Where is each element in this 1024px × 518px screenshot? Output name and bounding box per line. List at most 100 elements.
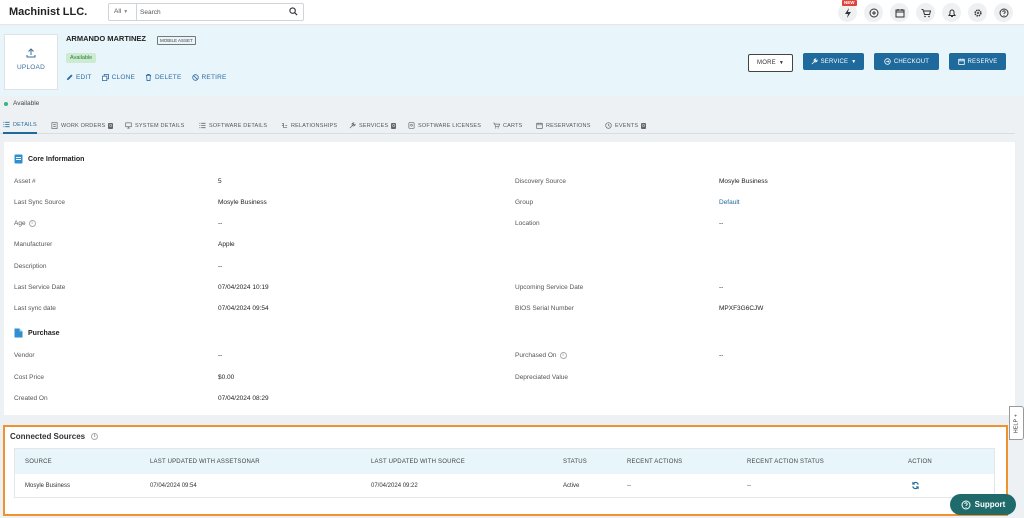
age-label-text: Age: [14, 220, 26, 227]
plus-circle-icon[interactable]: [864, 3, 883, 22]
core-information-heading: Core Information: [14, 154, 84, 164]
tab-reservations[interactable]: RESERVATIONS: [536, 117, 591, 134]
search-icon[interactable]: [289, 7, 298, 16]
info-icon[interactable]: i: [91, 433, 99, 440]
asset-owner-name: ARMANDO MARTINEZ: [66, 34, 146, 43]
search-input[interactable]: [140, 5, 280, 19]
asset-actions: EDIT CLONE DELETE RETIRE: [66, 74, 227, 81]
column-header: ACTION: [908, 459, 932, 465]
age-label: Age i: [14, 220, 36, 227]
column-header: LAST UPDATED WITH SOURCE: [371, 459, 465, 465]
tab-software-licenses[interactable]: SOFTWARE LICENSES: [408, 117, 481, 134]
caret-down-icon: ▼: [778, 60, 784, 66]
last-sync-source-value: Mosyle Business: [218, 199, 267, 206]
tab-carts[interactable]: CARTS: [493, 117, 523, 134]
monitor-icon: [125, 122, 132, 129]
edit-button[interactable]: EDIT: [66, 74, 92, 81]
upload-image-button[interactable]: UPLOAD: [4, 34, 58, 90]
vendor-value: --: [218, 352, 223, 359]
company-name[interactable]: Machinist LLC.: [9, 6, 87, 18]
retire-label: RETIRE: [201, 74, 227, 81]
clone-icon: [101, 74, 109, 81]
reserve-button[interactable]: RESERVE: [949, 53, 1006, 70]
tab-details[interactable]: DETAILS: [3, 117, 37, 134]
caret-down-icon: ▼: [851, 58, 857, 65]
calendar-icon: [957, 58, 965, 65]
last-sync-source-label: Last Sync Source: [14, 199, 65, 206]
location-label: Location: [515, 220, 540, 227]
purchased-on-label: Purchased On i: [515, 352, 567, 359]
calendar-icon[interactable]: [890, 3, 909, 22]
discovery-source-value: Mosyle Business: [719, 178, 768, 185]
purchase-heading: Purchase: [14, 328, 60, 338]
last-service-date-value: 07/04/2024 10:19: [218, 284, 269, 291]
connected-sources-title: Connected Sources: [10, 432, 86, 441]
cart-icon: [493, 122, 500, 129]
status-line: Available: [4, 100, 39, 107]
sync-icon[interactable]: [911, 481, 920, 490]
tab-software-details[interactable]: SOFTWARE DETAILS: [199, 117, 267, 134]
search-category-select[interactable]: All ▼: [109, 4, 137, 20]
help-icon: [961, 500, 971, 509]
info-icon[interactable]: i: [28, 220, 36, 227]
age-value: --: [218, 220, 223, 227]
help-tab[interactable]: HELP +: [1009, 406, 1024, 440]
tab-events[interactable]: EVENTS 0: [605, 117, 646, 134]
tab-bar: DETAILS WORK ORDERS 0 SYSTEM DETAILS SOF…: [0, 117, 1015, 134]
more-dropdown-button[interactable]: MORE ▼: [748, 54, 793, 72]
manufacturer-label: Manufacturer: [14, 241, 53, 248]
pencil-icon: [66, 74, 73, 81]
tab-relationships[interactable]: RELATIONSHIPS: [281, 117, 337, 134]
tab-label: SOFTWARE LICENSES: [418, 122, 482, 129]
status-dot-icon: [4, 101, 8, 106]
cost-price-label: Cost Price: [14, 374, 44, 381]
last-sync-date-label: Last sync date: [14, 305, 56, 312]
core-information-title: Core Information: [28, 155, 85, 163]
checkout-button[interactable]: CHECKOUT: [874, 53, 939, 70]
group-link[interactable]: Default: [719, 199, 740, 206]
info-icon[interactable]: i: [559, 352, 567, 359]
retire-button[interactable]: RETIRE: [191, 74, 227, 81]
connected-sources-section: Connected Sources i SOURCE LAST UPDATED …: [3, 425, 1008, 516]
discovery-source-label: Discovery Source: [515, 178, 566, 185]
table-header: SOURCE LAST UPDATED WITH ASSETSONAR LAST…: [15, 449, 994, 474]
table-cell: Active: [563, 483, 580, 489]
bell-icon[interactable]: [942, 3, 961, 22]
tab-system-details[interactable]: SYSTEM DETAILS: [125, 117, 184, 134]
location-value: --: [719, 220, 724, 227]
support-button[interactable]: Support: [950, 494, 1016, 515]
tab-label: SERVICES: [359, 122, 389, 129]
checkout-icon: [884, 58, 891, 65]
connected-sources-table: SOURCE LAST UPDATED WITH ASSETSONAR LAST…: [14, 448, 995, 498]
tab-work-orders[interactable]: WORK ORDERS 0: [51, 117, 114, 134]
asset-type-badge: MOBILE ASSET: [157, 36, 196, 45]
status-text: Available: [13, 100, 40, 107]
column-header: RECENT ACTION STATUS: [747, 459, 825, 465]
purchased-on-label-text: Purchased On: [515, 352, 557, 359]
support-label: Support: [974, 500, 1006, 509]
count-badge: 0: [108, 122, 114, 129]
column-header: RECENT ACTIONS: [627, 459, 683, 465]
cost-price-value: $0.00: [218, 374, 235, 381]
service-button[interactable]: SERVICE ▼: [803, 53, 864, 70]
cart-icon[interactable]: [916, 3, 935, 22]
reserve-label: RESERVE: [967, 58, 998, 65]
service-label: SERVICE: [820, 58, 849, 65]
clone-button[interactable]: CLONE: [101, 74, 136, 81]
tab-services[interactable]: SERVICES 0: [349, 117, 397, 134]
top-icons: NEW: [836, 0, 1016, 22]
core-info-icon: [14, 154, 23, 164]
help-icon[interactable]: [994, 3, 1013, 22]
last-service-date-label: Last Service Date: [14, 284, 66, 291]
lightning-icon[interactable]: NEW: [838, 0, 857, 22]
clone-label: CLONE: [111, 74, 136, 81]
bios-serial-label: BIOS Serial Number: [515, 305, 574, 312]
purchase-title: Purchase: [28, 329, 60, 337]
trash-icon: [145, 74, 152, 81]
tab-label: EVENTS: [615, 122, 639, 129]
top-bar: Machinist LLC. All▼ NEW: [0, 0, 1024, 25]
table-cell: --: [627, 483, 631, 489]
delete-button[interactable]: DELETE: [145, 74, 182, 81]
group-label: Group: [515, 199, 534, 206]
gear-icon[interactable]: [968, 3, 987, 22]
